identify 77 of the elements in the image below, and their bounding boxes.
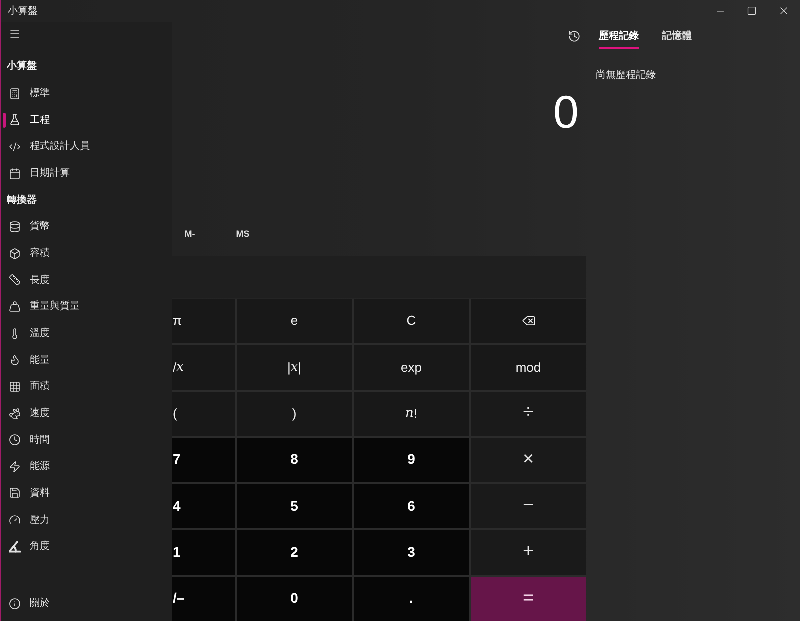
calculator-key[interactable]: 7 [172, 438, 235, 482]
nav-item[interactable]: 容積 [1, 240, 172, 267]
nav-item[interactable]: 能源 [1, 454, 172, 480]
calculator-key[interactable]: 0 [237, 576, 352, 621]
calculator-key[interactable]: /x [172, 345, 235, 390]
rabbit-icon [9, 408, 21, 420]
nav-item[interactable]: 資料 [1, 480, 172, 507]
nav-item[interactable]: 面積 [1, 374, 172, 400]
grid-icon [9, 380, 21, 393]
coin-stack-icon [9, 220, 21, 233]
empty-history-message: 尚無歷程記錄 [595, 70, 657, 82]
calculator-key[interactable]: C [354, 299, 469, 344]
nav-item[interactable]: 速度 [1, 400, 172, 427]
calculator-key[interactable]: |x| [237, 345, 352, 390]
calculator-key[interactable]: 5 [237, 484, 352, 528]
about-item[interactable]: 關於 [1, 590, 172, 617]
flame-icon [9, 354, 21, 366]
backspace-icon [522, 314, 536, 328]
nav-item[interactable]: 標準 [1, 80, 172, 107]
display-value: 0 [553, 89, 579, 135]
section-header: 小算盤 [6, 60, 38, 74]
nav-item[interactable]: 貨幣 [1, 214, 172, 240]
calculator-key[interactable]: n! [354, 392, 469, 436]
calculator-key[interactable]: . [354, 576, 469, 621]
nav-item[interactable]: 重量與質量 [1, 294, 172, 320]
calculator-key[interactable]: 9 [354, 438, 469, 482]
menu-icon [9, 28, 21, 40]
ruler-icon [9, 274, 21, 286]
calculator-key[interactable]: e [237, 299, 352, 344]
panel-tab[interactable]: 記憶體 [662, 22, 692, 49]
flask-icon [9, 114, 21, 126]
memory-button[interactable]: MS [229, 224, 257, 246]
window-title: 小算盤 [7, 4, 38, 18]
memory-button[interactable]: M- [176, 224, 204, 246]
clock-icon [9, 434, 21, 446]
selection-indicator [3, 112, 6, 128]
gauge-icon [9, 514, 21, 526]
calculator-key[interactable]: ÷ [471, 392, 586, 436]
calculator-key[interactable]: mod [471, 345, 586, 390]
calculator-key[interactable]: 3 [354, 530, 469, 575]
nav-item[interactable]: 角度 [1, 533, 172, 560]
calculator-key[interactable]: ) [237, 392, 352, 436]
calculator-key[interactable]: 4 [172, 484, 235, 528]
calculator-key[interactable]: 8 [237, 438, 352, 482]
nav-item[interactable]: 工程 [1, 106, 172, 134]
nav-item[interactable]: 溫度 [1, 320, 172, 347]
calculator-icon [9, 88, 21, 100]
nav-item[interactable]: 日期計算 [1, 160, 172, 187]
code-icon [9, 140, 21, 153]
angle-icon [9, 540, 21, 553]
close-icon [778, 5, 790, 17]
lightning-icon [9, 460, 21, 473]
info-icon [9, 598, 21, 610]
nav-item[interactable]: 程式設計人員 [1, 134, 172, 160]
calculator-key[interactable]: 1 [172, 530, 235, 575]
calculator-key[interactable]: − [471, 484, 586, 528]
panel-tab[interactable]: 歷程記錄 [599, 22, 639, 49]
calculator-key[interactable]: /– [172, 576, 235, 621]
cube-icon [9, 248, 21, 260]
history-icon [568, 30, 581, 42]
nav-item[interactable]: 時間 [1, 426, 172, 454]
calculator-key[interactable]: + [471, 530, 586, 575]
calculator-key[interactable]: 2 [237, 530, 352, 575]
calculator-key[interactable]: × [471, 438, 586, 482]
maximize-icon [747, 6, 757, 16]
calculator-key[interactable]: ( [172, 392, 235, 436]
calculator-key[interactable]: exp [354, 345, 469, 390]
history-button[interactable] [568, 30, 581, 42]
calendar-icon [9, 168, 21, 180]
calculator-key[interactable]: 6 [354, 484, 469, 528]
calculator-key[interactable]: = [471, 576, 586, 621]
nav-item[interactable]: 長度 [1, 266, 172, 294]
section-header: 轉換器 [6, 194, 38, 208]
weight-icon [9, 300, 21, 313]
nav-item[interactable]: 能量 [1, 346, 172, 374]
nav-item[interactable]: 壓力 [1, 506, 172, 534]
calculator-key[interactable]: π [172, 299, 235, 344]
